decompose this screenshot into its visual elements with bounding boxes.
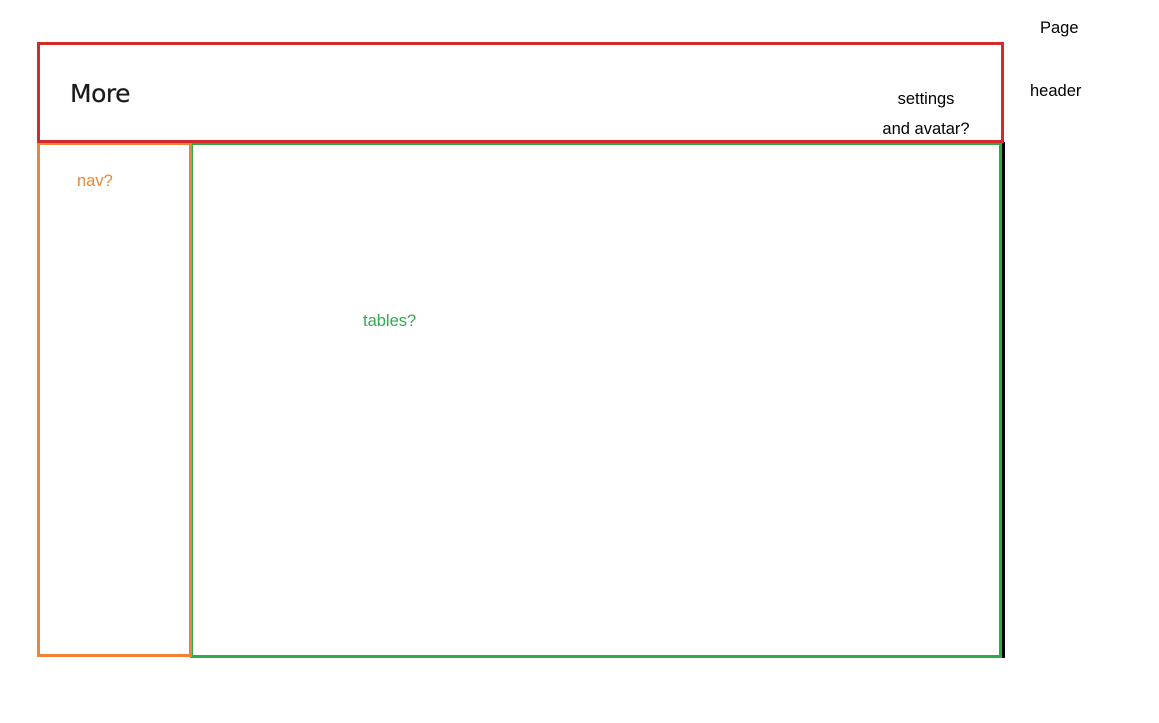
main-hint-label: tables? — [363, 312, 417, 330]
nav-region: nav? — [37, 142, 192, 657]
wireframe-canvas: tables? nav? More settings and avatar? P… — [0, 0, 1159, 723]
page-annotation: Page — [1040, 19, 1079, 37]
frame-edge-right — [1002, 142, 1005, 658]
header-title: More — [70, 79, 130, 108]
header-settings-hint: settings and avatar? — [871, 84, 981, 144]
header-hint-line-1: settings — [897, 90, 955, 108]
main-content-region: tables? — [190, 142, 1002, 658]
header-annotation: header — [1030, 82, 1082, 100]
nav-hint-label: nav? — [77, 172, 113, 190]
header-region: More settings and avatar? — [37, 42, 1004, 143]
header-hint-line-2: and avatar? — [882, 120, 970, 138]
